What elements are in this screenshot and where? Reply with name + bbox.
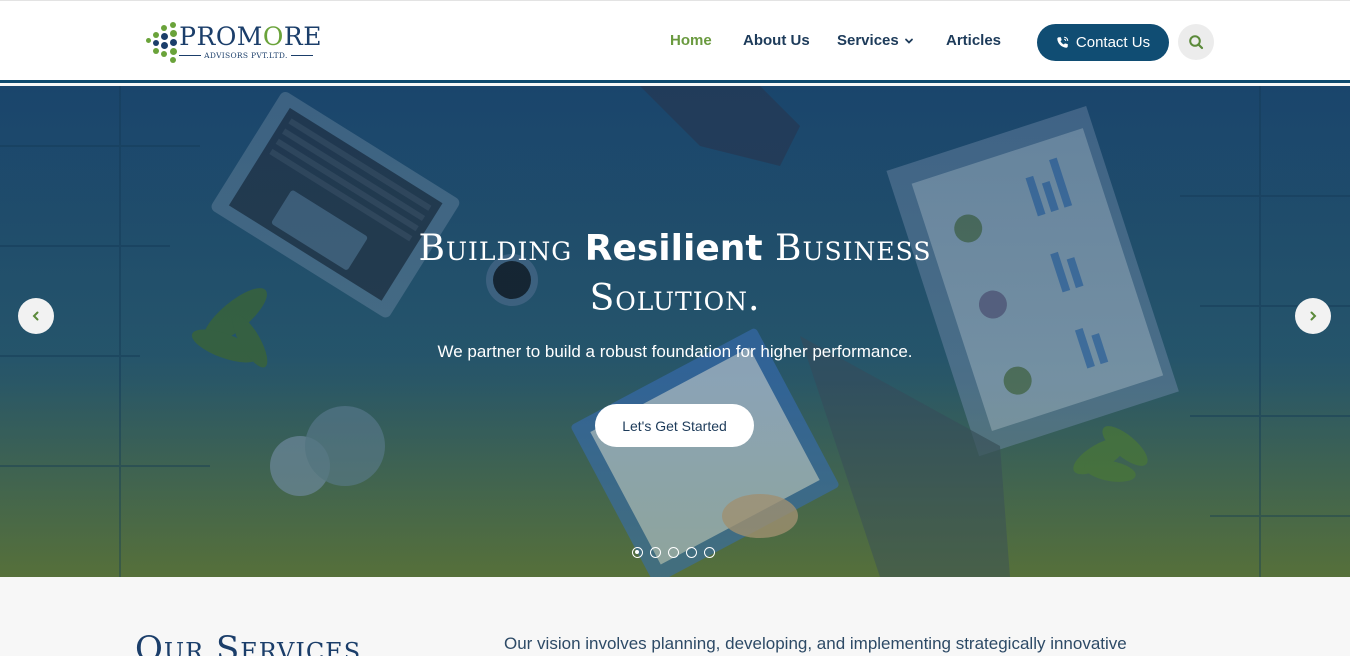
slider-prev-button[interactable]	[18, 298, 54, 334]
chevron-left-icon	[32, 311, 39, 321]
nav-services-label: Services	[837, 32, 899, 49]
services-intro: Our vision involves planning, developing…	[504, 634, 1127, 653]
hero-subtitle: We partner to build a robust foundation …	[437, 342, 913, 361]
hero-title: Building Resilient Business Solution.	[418, 228, 932, 319]
chevron-right-icon	[1310, 311, 1317, 321]
slider-dot-5[interactable]	[704, 547, 715, 558]
logo[interactable]: PROMORE ADVISORS PVT.LTD.	[146, 19, 322, 65]
search-button[interactable]	[1178, 24, 1214, 60]
services-section: Our Services Our vision involves plannin…	[0, 577, 1350, 656]
slider-dot-1[interactable]	[632, 547, 643, 558]
services-title: Our Services	[135, 629, 362, 656]
nav-home[interactable]: Home	[670, 32, 712, 49]
logo-tagline: ADVISORS PVT.LTD.	[179, 51, 322, 60]
site-header: PROMORE ADVISORS PVT.LTD. Home About Us …	[0, 0, 1350, 83]
slider-dots	[632, 547, 715, 558]
slider-next-button[interactable]	[1295, 298, 1331, 334]
hero-slider: Building Resilient Business Solution. We…	[0, 86, 1350, 577]
get-started-button[interactable]: Let's Get Started	[595, 404, 754, 447]
nav-services[interactable]: Services	[837, 32, 914, 49]
search-icon	[1189, 35, 1204, 50]
chevron-down-icon	[904, 38, 913, 44]
slider-dot-3[interactable]	[668, 547, 679, 558]
slider-dot-2[interactable]	[650, 547, 661, 558]
nav-articles[interactable]: Articles	[946, 32, 1001, 49]
slider-dot-4[interactable]	[686, 547, 697, 558]
contact-us-label: Contact Us	[1075, 34, 1151, 51]
logo-name: PROMORE	[179, 22, 322, 51]
logo-dots-icon	[146, 20, 177, 64]
contact-us-button[interactable]: Contact Us	[1037, 24, 1169, 61]
nav-about-us[interactable]: About Us	[743, 32, 810, 49]
phone-icon	[1057, 36, 1069, 48]
